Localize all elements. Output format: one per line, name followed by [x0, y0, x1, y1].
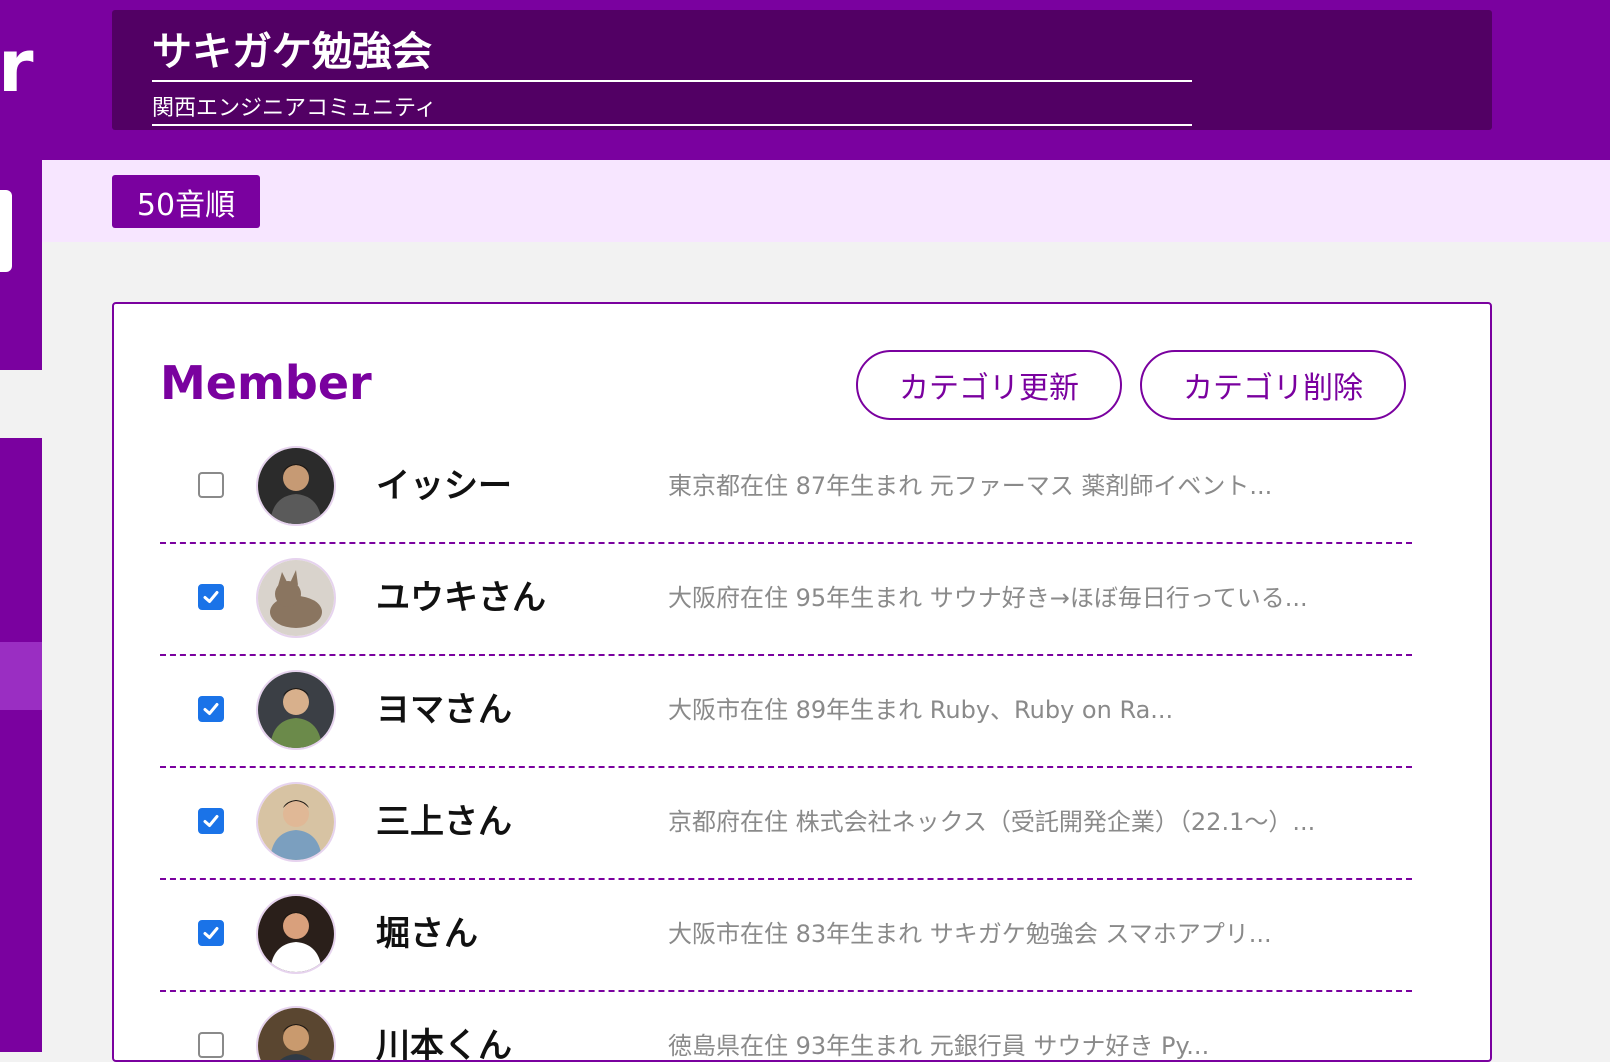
header-card: サキガケ勉強会 関西エンジニアコミュニティ: [112, 10, 1492, 130]
member-bio: 大阪府在住 95年生まれ サウナ好き→ほぼ毎日行っている...: [668, 584, 1308, 612]
member-avatar[interactable]: [256, 894, 336, 974]
checkmark-icon: [203, 591, 219, 603]
person-photo-icon: [258, 784, 334, 860]
member-bio: 東京都在住 87年生まれ 元ファーマス 薬剤師イベント...: [668, 472, 1273, 500]
member-checkbox[interactable]: [198, 1032, 224, 1058]
member-name[interactable]: 三上さん: [376, 800, 512, 844]
member-name[interactable]: ユウキさん: [376, 576, 546, 620]
member-checkbox[interactable]: [198, 808, 224, 834]
member-row[interactable]: イッシー 東京都在住 87年生まれ 元ファーマス 薬剤師イベント...: [160, 432, 1412, 544]
sidebar-logo[interactable]: r: [0, 30, 34, 102]
sidebar-nav: [0, 438, 42, 1052]
member-card: Member カテゴリ更新 カテゴリ削除 イッシー 東京都在住 87年生まれ 元フ…: [112, 302, 1492, 1062]
member-row[interactable]: 三上さん 京都府在住 株式会社ネックス（受託開発企業）（22.1〜）...: [160, 768, 1412, 880]
checkmark-icon: [203, 815, 219, 827]
category-update-button[interactable]: カテゴリ更新: [856, 350, 1122, 420]
member-avatar[interactable]: [256, 558, 336, 638]
member-avatar[interactable]: [256, 782, 336, 862]
member-avatar[interactable]: [256, 1006, 336, 1060]
member-row[interactable]: ヨマさん 大阪市在住 89年生まれ Ruby、Ruby on Ra...: [160, 656, 1412, 768]
site-header: サキガケ勉強会 関西エンジニアコミュニティ: [42, 0, 1610, 160]
member-row[interactable]: ユウキさん 大阪府在住 95年生まれ サウナ好き→ほぼ毎日行っている...: [160, 544, 1412, 656]
sort-kana-button[interactable]: 50音順: [112, 175, 260, 228]
member-bio: 京都府在住 株式会社ネックス（受託開発企業）（22.1〜）...: [668, 808, 1316, 836]
member-bio: 大阪市在住 89年生まれ Ruby、Ruby on Ra...: [668, 696, 1174, 724]
member-checkbox[interactable]: [198, 472, 224, 498]
sidebar: r: [0, 0, 42, 1052]
member-avatar[interactable]: [256, 670, 336, 750]
member-bio: 徳島県在住 93年生まれ 元銀行員 サウナ好き Py...: [668, 1032, 1210, 1060]
member-checkbox[interactable]: [198, 696, 224, 722]
person-photo-icon: [258, 672, 334, 748]
member-avatar[interactable]: [256, 446, 336, 526]
member-name[interactable]: 川本くん: [376, 1024, 512, 1060]
member-bio: 大阪市在住 83年生まれ サキガケ勉強会 スマホアプリ...: [668, 920, 1272, 948]
person-photo-icon: [258, 448, 334, 524]
site-title[interactable]: サキガケ勉強会: [152, 28, 1192, 82]
category-delete-button[interactable]: カテゴリ削除: [1140, 350, 1406, 420]
cat-photo-icon: [258, 560, 334, 636]
member-name[interactable]: ヨマさん: [376, 688, 512, 732]
site-subtitle: 関西エンジニアコミュニティ: [152, 96, 1192, 126]
sort-bar: 50音順: [42, 160, 1610, 242]
member-row[interactable]: 堀さん 大阪市在住 83年生まれ サキガケ勉強会 スマホアプリ...: [160, 880, 1412, 992]
member-card-title: Member: [160, 356, 372, 410]
sidebar-toggle[interactable]: [0, 190, 12, 272]
sidebar-item-active[interactable]: [0, 642, 42, 710]
person-photo-icon: [258, 896, 334, 972]
member-checkbox[interactable]: [198, 584, 224, 610]
checkmark-icon: [203, 927, 219, 939]
member-name[interactable]: イッシー: [376, 464, 512, 508]
checkmark-icon: [203, 703, 219, 715]
member-name[interactable]: 堀さん: [376, 912, 478, 956]
member-checkbox[interactable]: [198, 920, 224, 946]
person-photo-icon: [258, 1008, 334, 1060]
member-list: イッシー 東京都在住 87年生まれ 元ファーマス 薬剤師イベント... ユウキさん大…: [160, 432, 1412, 1060]
